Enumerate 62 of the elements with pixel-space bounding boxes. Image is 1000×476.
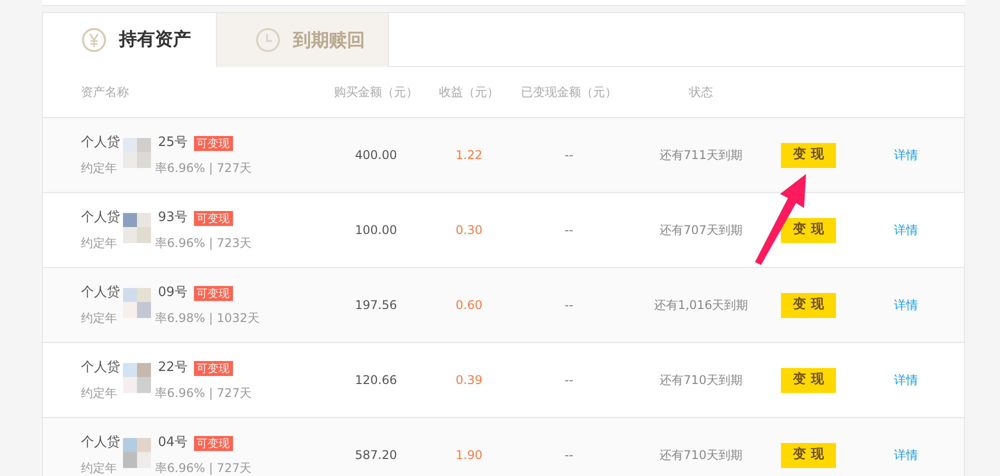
column-header: 资产名称: [81, 84, 130, 101]
status-cell-text: 还有710天到期: [660, 372, 742, 389]
amount-cell-text: 197.56: [355, 297, 397, 314]
yield-cell-text: 0.39: [456, 372, 482, 389]
asset-name: 22号: [158, 359, 188, 378]
asset-name: 25号: [158, 134, 188, 152]
cash-out-button[interactable]: 变 现: [781, 142, 836, 168]
clock-icon: [255, 27, 281, 53]
details-link[interactable]: 详情: [894, 146, 918, 164]
details-link[interactable]: 详情: [894, 446, 918, 464]
status-badge: 可变现: [194, 136, 233, 150]
asset-name: 93号: [158, 209, 188, 228]
yield-cell-text: 0.60: [456, 297, 482, 314]
asset-name: 个人贷: [81, 434, 120, 452]
rate-text: 约定年: [81, 310, 117, 327]
yield-cell-text: 1.90: [456, 447, 482, 464]
rate-text: 约定年: [81, 234, 117, 252]
yen-icon: [81, 26, 107, 52]
details-link[interactable]: 详情: [894, 221, 918, 239]
status-badge: 可变现: [194, 210, 233, 226]
realized-cell-text: --: [564, 447, 574, 464]
amount-cell-text: 400.00: [355, 147, 397, 164]
status-cell-text: 还有1,016天到期: [654, 297, 748, 314]
yield-cell-text: 0.30: [456, 222, 482, 239]
column-header: 收益（元）: [439, 84, 499, 101]
rate-text: 率6.98% | 1032天: [155, 310, 260, 327]
rate-text: 率6.96% | 727天: [155, 160, 252, 177]
rate-text: 约定年: [81, 160, 117, 177]
realized-cell-text: --: [564, 222, 574, 239]
status-cell-text: 还有710天到期: [660, 447, 742, 464]
rate-text: 率6.96% | 727天: [155, 384, 252, 402]
status-badge: 可变现: [194, 360, 233, 376]
amount-cell-text: 120.66: [355, 372, 397, 389]
cash-out-button[interactable]: 变 现: [781, 292, 836, 318]
cash-out-button[interactable]: 变 现: [781, 442, 836, 468]
cash-out-button[interactable]: 变 现: [781, 368, 836, 392]
asset-name: 04号: [158, 434, 188, 452]
details-link[interactable]: 详情: [894, 371, 918, 389]
amount-cell-text: 100.00: [355, 222, 397, 239]
cash-out-button[interactable]: 变 现: [781, 218, 836, 242]
realized-cell-text: --: [564, 147, 574, 164]
rate-text: 约定年: [81, 460, 117, 476]
asset-name: 个人贷: [81, 134, 120, 152]
rate-text: 率6.96% | 727天: [155, 460, 252, 476]
realized-cell-text: --: [564, 297, 574, 314]
asset-name: 个人贷: [81, 359, 120, 378]
asset-name: 09号: [158, 284, 188, 302]
amount-cell-text: 587.20: [355, 447, 397, 464]
yield-cell-text: 1.22: [456, 147, 482, 164]
rate-text: 约定年: [81, 384, 117, 402]
realized-cell-text: --: [564, 372, 574, 389]
column-header: 购买金额（元）: [334, 84, 418, 101]
column-header: 已变现金额（元）: [521, 84, 617, 101]
column-header: 状态: [689, 84, 713, 101]
status-badge: 可变现: [194, 286, 233, 300]
status-cell-text: 还有711天到期: [660, 147, 742, 164]
rate-text: 率6.96% | 723天: [155, 234, 252, 252]
asset-name: 个人贷: [81, 284, 120, 302]
asset-name: 个人贷: [81, 209, 120, 228]
details-link[interactable]: 详情: [894, 296, 918, 314]
status-badge: 可变现: [194, 436, 233, 450]
status-cell-text: 还有707天到期: [660, 222, 742, 239]
